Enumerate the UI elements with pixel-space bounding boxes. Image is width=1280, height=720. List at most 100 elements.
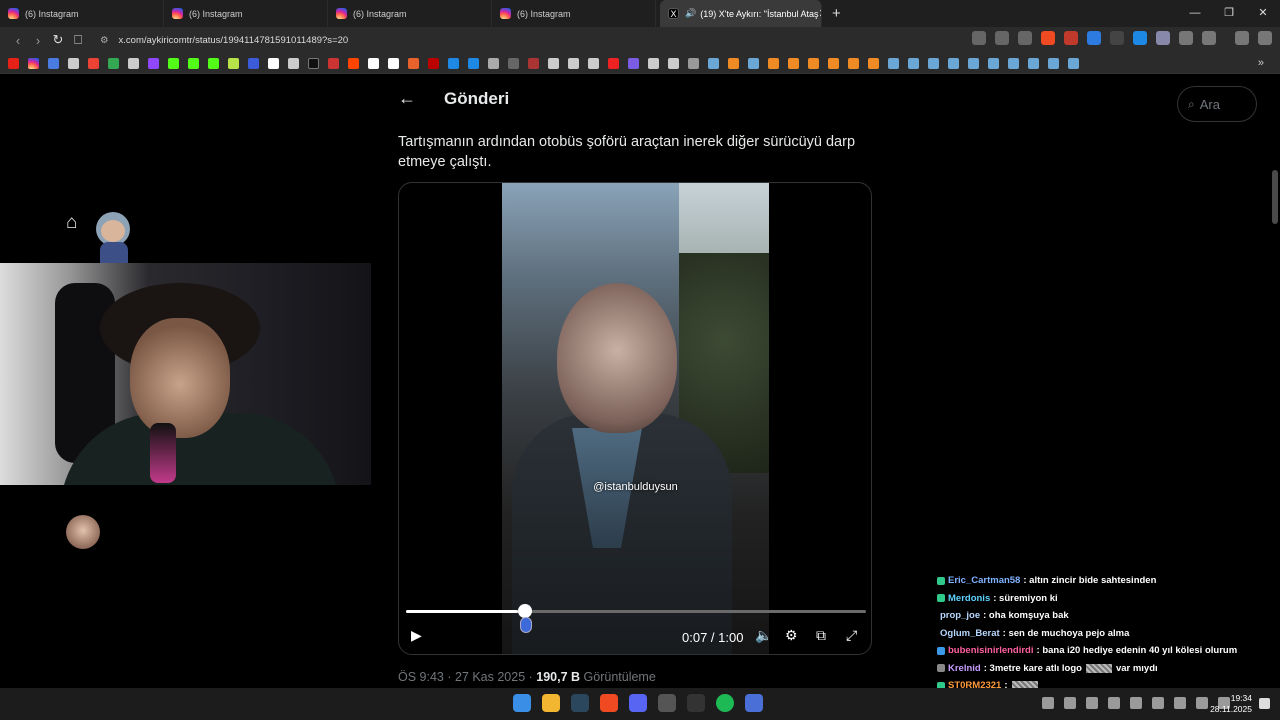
steam-icon[interactable] (908, 57, 919, 69)
search-input[interactable]: ⌕ Ara (1177, 86, 1257, 122)
page-scrollbar[interactable] (1272, 170, 1278, 224)
close-window-button[interactable]: ✕ (1246, 0, 1280, 27)
bookmark-icon[interactable] (608, 57, 619, 69)
bookmark-icon[interactable] (828, 57, 839, 69)
back-icon[interactable]: ‹ (8, 33, 28, 48)
maximize-button[interactable]: ❐ (1212, 0, 1246, 27)
x-icon[interactable] (308, 57, 319, 69)
picture-in-picture-icon[interactable]: ⧉ (816, 627, 826, 644)
gmail-icon[interactable] (88, 57, 99, 69)
kick-icon[interactable] (188, 57, 199, 69)
bookmark-icon[interactable] (448, 57, 459, 69)
steam-icon[interactable] (988, 57, 999, 69)
bookmark-icon[interactable] (528, 57, 539, 69)
browser-tab[interactable]: (6) Instagram (164, 0, 328, 27)
minimize-button[interactable]: — (1178, 0, 1212, 27)
bookmark-icon[interactable] (228, 57, 239, 69)
bookmark-icon[interactable] (68, 57, 79, 69)
app-icon[interactable] (658, 694, 676, 712)
back-arrow-icon[interactable]: ← (398, 88, 444, 109)
mic-icon[interactable] (1174, 697, 1186, 709)
steam-icon[interactable] (1008, 57, 1019, 69)
bookmark-icon[interactable] (628, 57, 639, 69)
steam-icon[interactable] (928, 57, 939, 69)
app-icon[interactable] (745, 694, 763, 712)
spotify-icon[interactable] (716, 694, 734, 712)
battery-icon[interactable] (1064, 697, 1076, 709)
windows-start-icon[interactable] (513, 694, 531, 712)
speaker-tray-icon[interactable] (1152, 697, 1164, 709)
obs-icon[interactable] (687, 694, 705, 712)
bookmark-icon[interactable] (808, 57, 819, 69)
folder-icon[interactable] (688, 57, 699, 69)
cast-icon[interactable] (972, 31, 986, 45)
speaker-icon[interactable]: 🔊 (685, 8, 696, 19)
menu-icon[interactable] (1258, 31, 1272, 45)
seek-handle[interactable] (518, 604, 532, 618)
discord-icon[interactable] (629, 694, 647, 712)
extension-icon[interactable] (1064, 31, 1078, 45)
extension-icon[interactable] (1110, 31, 1124, 45)
puzzle-icon[interactable] (1179, 31, 1193, 45)
steam-icon[interactable] (968, 57, 979, 69)
bookmark-icon[interactable] (288, 57, 299, 69)
bookmark-icon[interactable] (488, 57, 499, 69)
steam-icon[interactable] (748, 57, 759, 69)
bookmark-icon[interactable] (368, 57, 379, 69)
bookmark-icon[interactable] (248, 57, 259, 69)
bookmark-icon[interactable] (768, 57, 779, 69)
extension-icon[interactable] (1133, 31, 1147, 45)
network-icon[interactable] (1196, 697, 1208, 709)
more-bookmarks-icon[interactable]: » (1258, 57, 1264, 69)
steam-icon[interactable] (708, 57, 719, 69)
tab-close-icon[interactable]: ✕ (819, 7, 821, 20)
bookmark-icon[interactable] (408, 57, 419, 69)
bookmark-icon[interactable] (268, 57, 279, 69)
browser-tab[interactable]: (6) Instagram (328, 0, 492, 27)
tray-overflow-icon[interactable] (1042, 697, 1054, 709)
bluetooth-icon[interactable] (1130, 697, 1142, 709)
steam-tray-icon[interactable] (1108, 697, 1120, 709)
fullscreen-icon[interactable]: ⤢ (846, 627, 857, 644)
steam-icon[interactable] (1048, 57, 1059, 69)
taskbar-clock[interactable]: 19:34 28.11.2025 (1210, 693, 1252, 715)
forward-icon[interactable]: › (28, 33, 48, 48)
notification-icon[interactable] (1259, 698, 1270, 709)
browser-tab[interactable]: (6) Instagram (0, 0, 164, 27)
amazon-icon[interactable] (388, 57, 399, 69)
kick-icon[interactable] (168, 57, 179, 69)
twitch-icon[interactable] (148, 57, 159, 69)
bookmark-icon[interactable] (468, 57, 479, 69)
url-field[interactable]: ⚙ x.com/aykiricomtr/status/1994114781591… (100, 35, 348, 46)
play-icon[interactable]: ▶ (411, 627, 422, 644)
steam-icon[interactable] (1028, 57, 1039, 69)
tray-app-icon[interactable] (1086, 697, 1098, 709)
bookmark-icon[interactable] (428, 57, 439, 69)
extension-icon[interactable] (1087, 31, 1101, 45)
zoom-icon[interactable] (995, 31, 1009, 45)
site-info-icon[interactable]: ⚙ (100, 35, 109, 46)
drive-icon[interactable] (108, 57, 119, 69)
bookmark-icon[interactable] (668, 57, 679, 69)
kick-icon[interactable] (208, 57, 219, 69)
bookmark-icon[interactable] (548, 57, 559, 69)
bookmark-icon[interactable] (728, 57, 739, 69)
steam-icon[interactable] (948, 57, 959, 69)
volume-icon[interactable]: 🔈 (755, 627, 772, 644)
bookmark-icon[interactable] (868, 57, 879, 69)
steam-icon[interactable] (1068, 57, 1079, 69)
bookmark-icon[interactable]: ⎕ (68, 32, 88, 48)
bookmark-icon[interactable] (328, 57, 339, 69)
bookmark-icon[interactable] (48, 57, 59, 69)
reddit-icon[interactable] (348, 57, 359, 69)
steam-icon[interactable] (571, 694, 589, 712)
bookmark-icon[interactable] (648, 57, 659, 69)
youtube-icon[interactable] (8, 57, 19, 69)
video-player[interactable]: @istanbulduysun ▶ 0:07 / 1:00 🔈 ⚙ ⧉ ⤢ (398, 182, 872, 655)
reload-icon[interactable]: ↻ (48, 32, 68, 48)
steam-icon[interactable] (888, 57, 899, 69)
sidebar-icon[interactable] (1202, 31, 1216, 45)
media-icon[interactable] (1235, 31, 1249, 45)
file-explorer-icon[interactable] (542, 694, 560, 712)
bookmark-icon[interactable] (128, 57, 139, 69)
